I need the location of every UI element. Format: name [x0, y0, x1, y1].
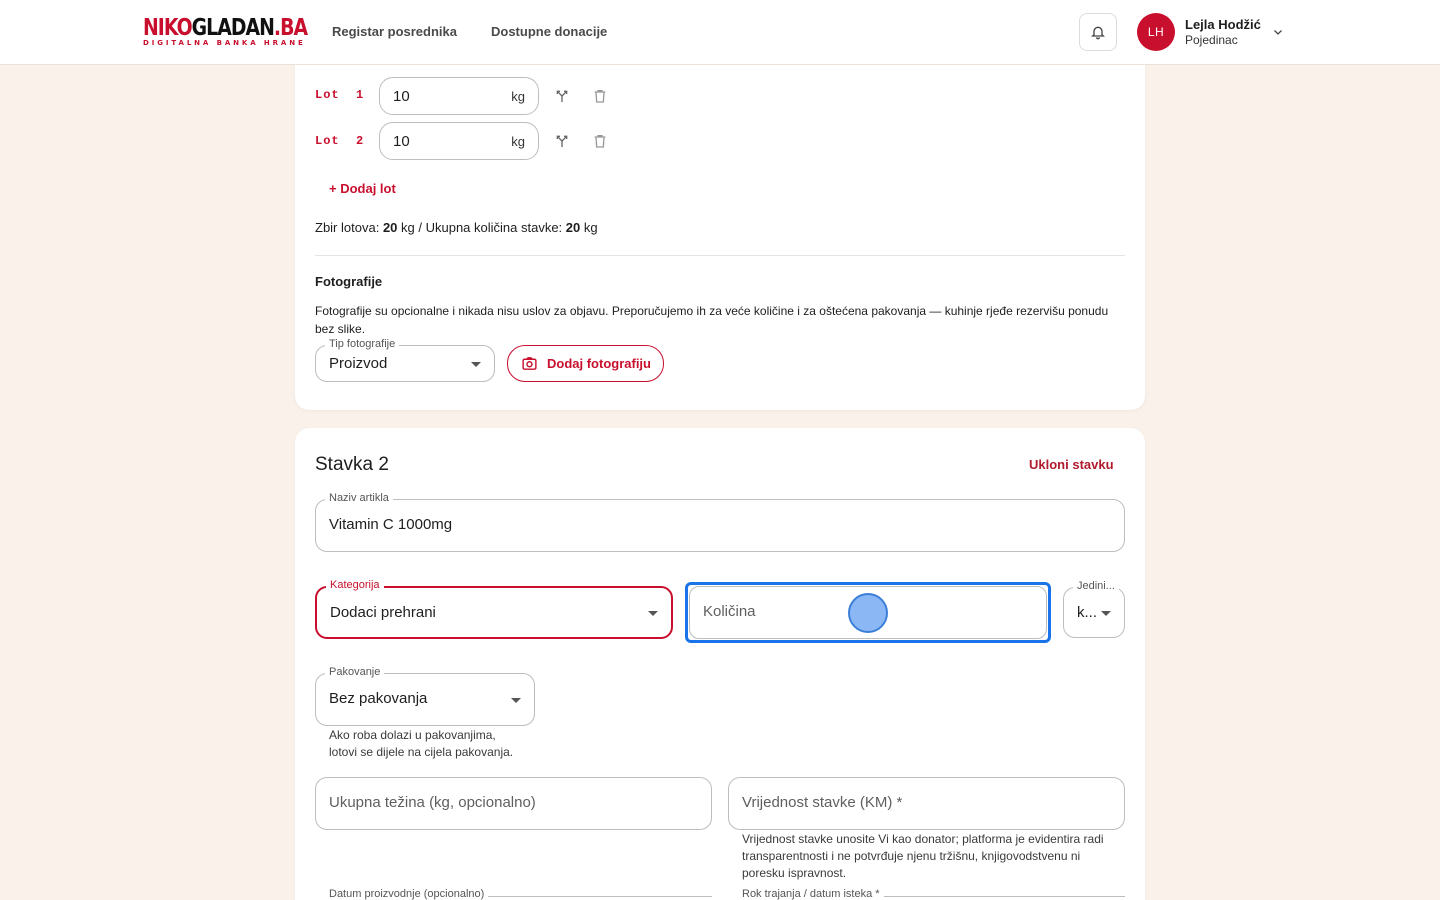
lot-1-quantity-input[interactable]: 10 kg	[379, 77, 539, 115]
trash-icon	[594, 90, 606, 103]
lot-2-label: Lot 2	[315, 134, 365, 148]
expiry-date-field-border	[884, 896, 1125, 897]
item-value-helper-text: Vrijednost stavke unosite Vi kao donator…	[742, 832, 1104, 880]
trash-icon	[594, 135, 606, 148]
production-date-field-border	[488, 896, 712, 897]
category-select[interactable]: Kategorija Dodaci prehrani	[315, 579, 673, 639]
pointer-cursor	[848, 593, 888, 633]
caret-down-icon	[648, 611, 658, 616]
top-navigation-bar: NIKOGLADAN.BA DIGITALNA BANKA HRANE Regi…	[0, 0, 1440, 65]
lot-sum-summary: Zbir lotova: 20 kg / Ukupna količina sta…	[315, 220, 598, 235]
production-date-label: Datum proizvodnje (opcionalno)	[329, 888, 485, 900]
notifications-button[interactable]	[1079, 13, 1117, 51]
logo[interactable]: NIKOGLADAN.BA DIGITALNA BANKA HRANE	[143, 16, 343, 47]
nav-link-registar-posrednika[interactable]: Registar posrednika	[332, 24, 457, 39]
total-weight-input[interactable]: Ukupna težina (kg, opcionalno)	[315, 777, 712, 830]
lot-1-delete-button[interactable]	[590, 86, 610, 106]
lot-2-quantity-input[interactable]: 10 kg	[379, 122, 539, 160]
caret-down-icon	[1101, 611, 1111, 616]
stavka-2-title: Stavka 2	[315, 454, 389, 475]
photos-description: Fotografije su opcionalne i nikada nisu …	[315, 304, 1109, 336]
caret-down-icon	[471, 362, 481, 367]
nav-link-dostupne-donacije[interactable]: Dostupne donacije	[491, 24, 607, 39]
article-name-input[interactable]: Naziv artikla Vitamin C 1000mg	[315, 492, 1125, 552]
user-role: Pojedinac	[1185, 33, 1238, 47]
remove-item-button[interactable]: Ukloni stavku	[1029, 457, 1114, 472]
unit-select[interactable]: Jedini... k...	[1063, 580, 1125, 638]
packaging-select[interactable]: Pakovanje Bez pakovanja	[315, 666, 535, 726]
caret-down-icon	[511, 698, 521, 703]
photos-section-title: Fotografije	[315, 274, 383, 289]
logo-wordmark: NIKOGLADAN.BA	[143, 15, 308, 41]
avatar[interactable]: LH	[1137, 13, 1175, 51]
packaging-helper-text: Ako roba dolazi u pakovanjima, lotovi se…	[329, 728, 514, 759]
lot-2-delete-button[interactable]	[590, 131, 610, 151]
lot-2-split-button[interactable]	[552, 131, 572, 151]
user-name: Lejla Hodžić	[1185, 17, 1261, 32]
chevron-down-icon[interactable]	[1272, 26, 1284, 38]
split-icon	[556, 90, 568, 102]
item-value-input[interactable]: Vrijednost stavke (KM) *	[728, 777, 1125, 830]
expiry-date-label: Rok trajanja / datum isteka *	[742, 888, 880, 900]
bell-icon	[1091, 26, 1105, 40]
section-divider	[315, 255, 1125, 256]
lot-1-label: Lot 1	[315, 88, 365, 102]
split-icon	[556, 135, 568, 147]
camera-icon	[522, 357, 537, 370]
add-lot-button[interactable]: + Dodaj lot	[329, 181, 396, 196]
lot-1-split-button[interactable]	[552, 86, 572, 106]
photo-type-select[interactable]: Tip fotografije Proizvod	[315, 338, 495, 382]
add-photo-button[interactable]: Dodaj fotografiju	[507, 345, 664, 382]
